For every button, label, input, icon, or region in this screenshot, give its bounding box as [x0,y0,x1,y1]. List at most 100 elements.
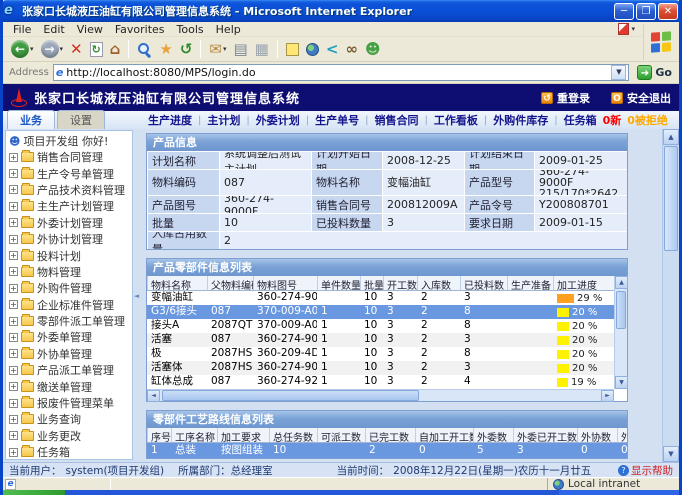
tab-business[interactable]: 业务 [7,110,55,129]
toolbar-forward-button[interactable]: →▾ [39,40,66,58]
column-header-4[interactable]: 可派工数 [317,428,365,442]
tree-item-7[interactable]: +物料管理 [9,264,132,280]
tree-item-17[interactable]: +业务更改 [9,428,132,444]
column-header-2[interactable]: 加工要求 [217,428,269,442]
menu-item-tools[interactable]: Tools [171,23,210,36]
tree-item-0[interactable]: +销售合同管理 [9,149,132,165]
table-row[interactable]: 变幅油缸360-274-9000F1032329 % [147,291,614,305]
table-row[interactable]: 极2087HS002360-209-4D01011032820 % [147,347,614,361]
scroll-down-icon[interactable]: ▼ [663,446,679,462]
pdf-toolbar-button[interactable]: ▾ [618,23,635,35]
scroll-down-icon[interactable]: ▼ [615,376,628,389]
toolbar-tools-button[interactable]: < [324,41,341,57]
expand-icon[interactable]: + [9,218,18,227]
toolbar-history-button[interactable]: ↺ [178,41,195,57]
scroll-thumb[interactable] [162,390,419,401]
column-header-1[interactable]: 父物料编码 [207,276,253,290]
tab-settings[interactable]: 设置 [57,110,105,129]
expand-icon[interactable]: + [9,267,18,276]
column-header-1[interactable]: 工序名称 [171,428,217,442]
nav-item-3[interactable]: 生产单号 [315,112,359,128]
toolbar-globe-button[interactable] [304,43,321,56]
table-row[interactable]: G3/6接头087370-009-A084011032820 % [147,305,614,319]
chevron-down-icon[interactable]: ▾ [30,45,34,53]
toolbar-favorites-button[interactable]: ★ [157,41,174,57]
toolbar-notes-button[interactable] [284,43,301,56]
column-header-2[interactable]: 物料图号 [253,276,317,290]
table-row[interactable]: 接头A2087QT002370-009-A085011032820 % [147,319,614,333]
toolbar-find-button[interactable]: ∞ [343,41,360,57]
start-button[interactable] [3,490,65,495]
expand-icon[interactable]: + [9,185,18,194]
expand-icon[interactable]: + [9,235,18,244]
expand-icon[interactable]: + [9,366,18,375]
column-header-3[interactable]: 单件数量 [317,276,360,290]
tree-item-14[interactable]: +缴送单管理 [9,378,132,394]
menu-item-help[interactable]: Help [210,23,247,36]
column-header-6[interactable]: 自加工开工数 [415,428,473,442]
expand-icon[interactable]: + [9,399,18,408]
menu-item-view[interactable]: View [71,23,109,36]
nav-item-4[interactable]: 销售合同 [375,112,419,128]
table-row[interactable]: 活塞体2087HS002360-274-9011W11032320 % [147,361,614,375]
chevron-down-icon[interactable]: ▾ [60,45,64,53]
nav-item-6[interactable]: 外购件库存 [493,112,548,128]
column-header-7[interactable]: 外委数 [473,428,513,442]
column-header-9[interactable]: 外协数 [577,428,617,442]
nav-item-1[interactable]: 主计划 [207,112,240,128]
column-header-8[interactable]: 生产准备 [507,276,553,290]
toolbar-refresh-button[interactable]: ↻ [88,42,105,57]
menu-item-edit[interactable]: Edit [37,23,70,36]
relogin-button[interactable]: ↺ 重登录 [541,90,590,106]
scroll-right-icon[interactable]: ► [601,390,614,402]
tree-item-15[interactable]: +报废件管理菜单 [9,395,132,411]
close-button[interactable]: ✕ [658,3,678,20]
toolbar-search-button[interactable] [135,42,154,57]
toolbar-back-button[interactable]: ←▾ [9,40,36,58]
column-header-5[interactable]: 开工数 [383,276,417,290]
parts-horizontal-scrollbar[interactable]: ◄ ► [147,389,614,401]
chevron-down-icon[interactable]: ▾ [223,45,227,53]
toolbar-edit-button[interactable]: ▦ [253,41,271,57]
tree-item-18[interactable]: +任务箱 [9,444,132,460]
expand-icon[interactable]: + [9,202,18,211]
column-header-0[interactable]: 序号 [147,428,171,442]
toolbar-mail-button[interactable]: ✉▾ [207,41,228,57]
expand-icon[interactable]: + [9,333,18,342]
scroll-left-icon[interactable]: ◄ [147,390,160,402]
tree-item-4[interactable]: +外委计划管理 [9,215,132,231]
address-input[interactable] [66,66,611,79]
address-field[interactable]: e ▼ [53,64,630,81]
tree-item-12[interactable]: +外协单管理 [9,346,132,362]
table-row[interactable]: 缸体总成087360-274-9200F11032419 % [147,375,614,389]
expand-icon[interactable]: + [9,300,18,309]
column-header-10[interactable]: 外协 [617,428,627,442]
column-header-8[interactable]: 外委已开工数 [513,428,577,442]
minimize-button[interactable]: ─ [614,3,634,20]
expand-icon[interactable]: + [9,415,18,424]
tree-item-8[interactable]: +外购件管理 [9,280,132,296]
column-header-6[interactable]: 入库数 [417,276,460,290]
nav-item-2[interactable]: 外委计划 [256,112,300,128]
toolbar-messenger-button[interactable]: ☻ [363,41,383,57]
expand-icon[interactable]: + [9,382,18,391]
expand-icon[interactable]: + [9,169,18,178]
scroll-thumb[interactable] [616,291,626,329]
show-help-link[interactable]: ? 显示帮助 [618,463,673,478]
expand-icon[interactable]: + [9,448,18,457]
nav-item-7[interactable]: 任务箱 [564,112,597,128]
expand-icon[interactable]: + [9,251,18,260]
menu-item-file[interactable]: File [7,23,37,36]
tree-item-1[interactable]: +生产令号单管理 [9,165,132,181]
tree-item-5[interactable]: +外协计划管理 [9,231,132,247]
tree-item-16[interactable]: +业务查询 [9,411,132,427]
expand-icon[interactable]: + [9,317,18,326]
column-header-4[interactable]: 批量 [360,276,383,290]
tree-item-10[interactable]: +零部件派工单管理 [9,313,132,329]
nav-item-5[interactable]: 工作看板 [434,112,478,128]
column-header-7[interactable]: 已投料数 [460,276,507,290]
maximize-button[interactable]: ❐ [636,3,656,20]
toolbar-print-button[interactable]: ▤ [231,41,249,57]
expand-icon[interactable]: + [9,431,18,440]
sidebar-splitter[interactable]: ◄ [133,129,140,462]
